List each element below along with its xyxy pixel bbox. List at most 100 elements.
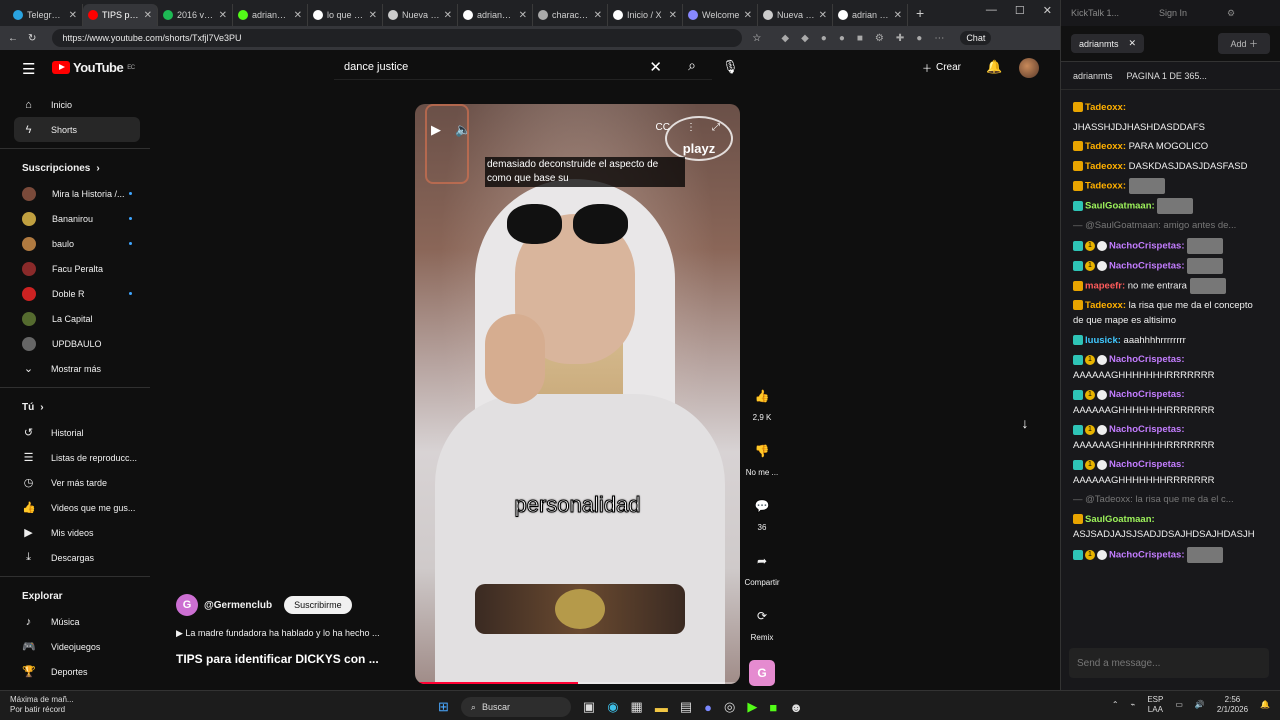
- chat-message[interactable]: Tadeoxx: DASKDASJDASJDASFASD: [1073, 159, 1265, 175]
- volume-icon[interactable]: 🔊: [1195, 700, 1205, 710]
- maximize-icon[interactable]: ☐: [1015, 4, 1025, 17]
- chat-username[interactable]: SaulGoatmaan:: [1085, 201, 1155, 212]
- subscribe-button[interactable]: Suscribirme: [284, 596, 352, 614]
- clear-search-icon[interactable]: ✕: [649, 58, 662, 76]
- browser-tab[interactable]: Nueva pest ✕: [383, 4, 458, 26]
- video-progress-bar[interactable]: [415, 682, 740, 684]
- chat-message[interactable]: 1 NachoCrispetas:: [1073, 546, 1265, 563]
- youtube-logo[interactable]: YouTube EC: [52, 60, 135, 75]
- close-tab-icon[interactable]: ✕: [819, 10, 827, 21]
- language-indicator[interactable]: ESP LAA: [1147, 695, 1163, 715]
- chat-message[interactable]: Tadeoxx:: [1073, 178, 1265, 194]
- taskbar-search[interactable]: ⌕ Buscar: [460, 697, 571, 717]
- chat-message[interactable]: SaulGoatmaan:: [1073, 198, 1265, 215]
- chat-message[interactable]: JHASSHJDJHASHDASDDAFS: [1073, 120, 1265, 136]
- browser-tab[interactable]: 2016 vibes ✕: [158, 4, 233, 26]
- short-title[interactable]: TIPS para identificar DICKYS con ...: [176, 652, 379, 666]
- sidebar-item[interactable]: ☰ Listas de reproducc...: [0, 445, 150, 470]
- chat-username[interactable]: mapeefr:: [1085, 280, 1125, 291]
- sidebar-item[interactable]: UPDBAULO: [0, 331, 150, 356]
- sidebar-item[interactable]: 🎮 Videojuegos: [0, 634, 150, 659]
- add-tab-button[interactable]: Add ＋: [1218, 33, 1270, 54]
- browser-tab[interactable]: TIPS para id ✕: [83, 4, 158, 26]
- sidebar-item[interactable]: La Capital: [0, 306, 150, 331]
- signin-button[interactable]: Sign In: [1159, 8, 1187, 18]
- extension-icon[interactable]: ◆: [781, 33, 789, 44]
- sidebar-item[interactable]: 🏆 Deportes: [0, 659, 150, 684]
- sidebar-item[interactable]: ♪ Música: [0, 609, 150, 634]
- windows-start-icon[interactable]: ⊞: [438, 699, 449, 715]
- chat-username[interactable]: Tadeoxx:: [1085, 141, 1126, 152]
- sidebar-item[interactable]: ⤓ Descargas: [0, 545, 150, 570]
- extension-icon[interactable]: ■: [857, 33, 863, 44]
- puzzle-icon[interactable]: ✚: [896, 33, 904, 44]
- channel-name[interactable]: @Germenclub: [204, 600, 272, 611]
- new-tab-icon[interactable]: +: [916, 5, 924, 21]
- browser-tab[interactable]: adrian - 7T ✕: [833, 4, 908, 26]
- channel-avatar[interactable]: G: [176, 594, 198, 616]
- chat-message[interactable]: mapeefr: no me entrara: [1073, 277, 1265, 294]
- close-tab-icon[interactable]: ✕: [294, 10, 302, 21]
- close-tab-icon[interactable]: ✕: [1129, 38, 1137, 49]
- usb-icon[interactable]: ⌁: [1131, 700, 1136, 710]
- calendar-icon[interactable]: ▤: [680, 699, 692, 715]
- close-tab-icon[interactable]: ✕: [594, 10, 602, 21]
- chat-username[interactable]: Tadeoxx:: [1085, 161, 1126, 172]
- close-tab-icon[interactable]: ✕: [669, 10, 677, 21]
- sidebar-item[interactable]: Mira la Historia /...: [0, 181, 150, 206]
- extension-icon[interactable]: ⚙: [875, 33, 884, 44]
- chat-tab[interactable]: adrianmts ✕: [1071, 34, 1145, 53]
- sidebar-item[interactable]: ⌂ Inicio: [0, 92, 150, 117]
- chat-username[interactable]: NachoCrispetas:: [1109, 354, 1185, 365]
- close-tab-icon[interactable]: ✕: [69, 10, 77, 21]
- search-input[interactable]: dance justice ✕ ⌕: [334, 54, 712, 80]
- browser-tab[interactable]: Welcome ✕: [683, 4, 758, 26]
- dislike-button[interactable]: 👎 No me ...: [740, 440, 784, 495]
- search-icon[interactable]: ⌕: [688, 57, 696, 74]
- chat-username[interactable]: NachoCrispetas:: [1109, 260, 1185, 271]
- chat-username[interactable]: luusick:: [1085, 335, 1121, 346]
- create-button[interactable]: ＋ Crear: [922, 60, 961, 75]
- chat-reply-line[interactable]: — @Tadeoxx: la risa que me da el c...: [1073, 492, 1265, 508]
- chat-username[interactable]: NachoCrispetas:: [1109, 459, 1185, 470]
- chat-message[interactable]: 1 NachoCrispetas: AAAAAAGHHHHHHHRRRRRRR: [1073, 422, 1265, 453]
- chat-username[interactable]: Tadeoxx:: [1085, 181, 1126, 192]
- menu-dots-icon[interactable]: ⋯: [934, 33, 944, 44]
- like-button[interactable]: 👍 2,9 K: [740, 385, 784, 440]
- browser-tab[interactable]: Nueva pest ✕: [758, 4, 833, 26]
- message-input[interactable]: Send a message...: [1069, 648, 1269, 678]
- close-tab-icon[interactable]: ✕: [894, 10, 902, 21]
- volume-icon[interactable]: 🔈: [455, 122, 471, 138]
- chrome-icon[interactable]: ◎: [724, 699, 735, 715]
- star-icon[interactable]: ☆: [752, 33, 761, 44]
- browser-tab[interactable]: adrianmts ✕: [233, 4, 308, 26]
- discord-icon[interactable]: ●: [704, 700, 712, 715]
- sidebar-item[interactable]: 👍 Videos que me gus...: [0, 495, 150, 520]
- sidebar-item[interactable]: ▶ Mis videos: [0, 520, 150, 545]
- sidebar-item[interactable]: Bananirou: [0, 206, 150, 231]
- hamburger-menu-icon[interactable]: ☰: [22, 60, 35, 78]
- chat-username[interactable]: NachoCrispetas:: [1109, 424, 1185, 435]
- display-icon[interactable]: ▭: [1175, 700, 1183, 710]
- chat-message[interactable]: 1 NachoCrispetas: AAAAAAGHHHHHHHRRRRRRR: [1073, 457, 1265, 488]
- browser-tab[interactable]: lo que te p ✕: [308, 4, 383, 26]
- chat-username[interactable]: NachoCrispetas:: [1109, 549, 1185, 560]
- chat-username[interactable]: Tadeoxx:: [1085, 102, 1126, 113]
- chat-message[interactable]: 1 NachoCrispetas:: [1073, 237, 1265, 254]
- chat-reply-line[interactable]: — @SaulGoatmaan: amigo antes de...: [1073, 218, 1265, 234]
- chat-username[interactable]: SaulGoatmaan:: [1085, 514, 1155, 525]
- avatar[interactable]: [1019, 58, 1039, 78]
- url-field[interactable]: https://www.youtube.com/shorts/Txfjl7Ve3…: [52, 29, 743, 47]
- edge-icon[interactable]: ◉: [607, 699, 618, 715]
- sidebar-item[interactable]: Doble R: [0, 281, 150, 306]
- close-tab-icon[interactable]: ✕: [219, 10, 227, 21]
- close-tab-icon[interactable]: ✕: [144, 10, 152, 21]
- chat-button[interactable]: Chat: [960, 31, 992, 45]
- close-tab-icon[interactable]: ✕: [369, 10, 377, 21]
- share-button[interactable]: ➦ Compartir: [740, 550, 784, 605]
- sidebar-item[interactable]: Facu Peralta: [0, 256, 150, 281]
- close-tab-icon[interactable]: ✕: [744, 10, 752, 21]
- chat-username[interactable]: NachoCrispetas:: [1109, 240, 1185, 251]
- chat-username[interactable]: NachoCrispetas:: [1109, 389, 1185, 400]
- you-header[interactable]: Tú ›: [0, 394, 150, 420]
